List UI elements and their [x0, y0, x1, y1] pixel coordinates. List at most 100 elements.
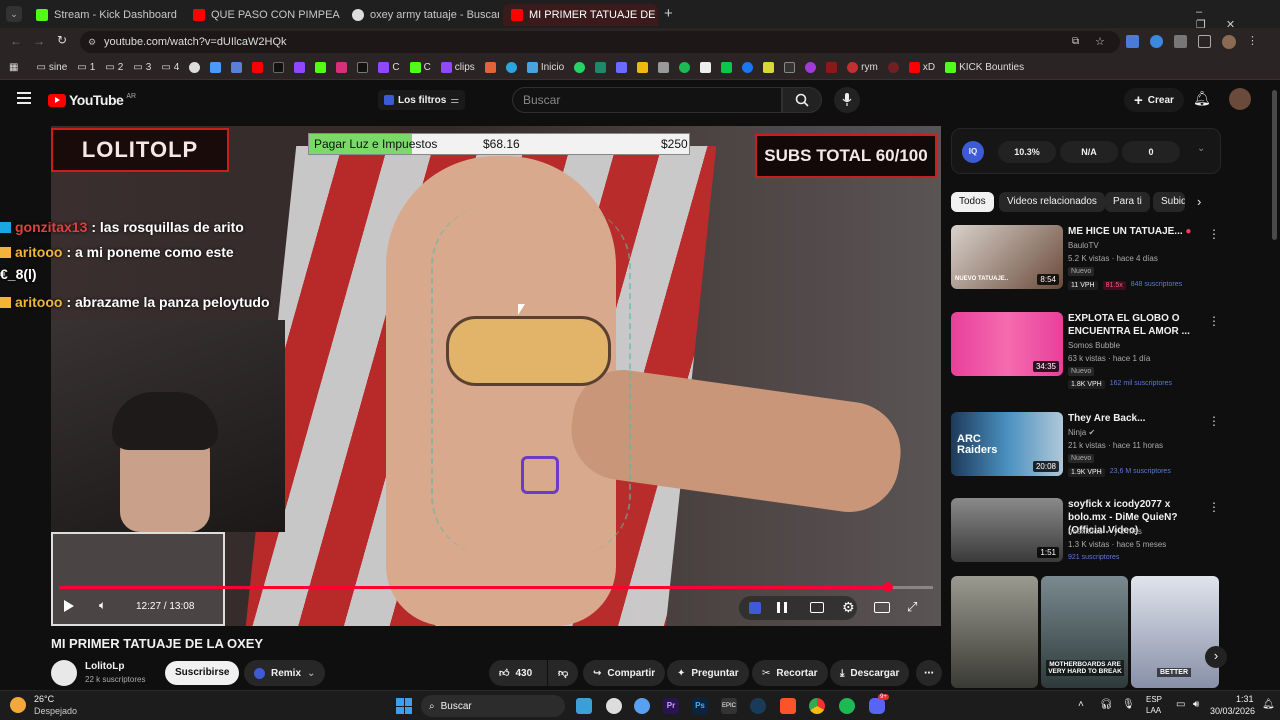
youtube-logo[interactable]: YouTube AR	[48, 92, 136, 108]
chevron-right-icon[interactable]: ›	[1197, 194, 1201, 209]
chrome-icon[interactable]	[809, 698, 825, 714]
bookmark-item[interactable]: C	[407, 62, 434, 73]
clock-date[interactable]: 30/03/2026	[1210, 706, 1255, 716]
minimize-icon[interactable]: –	[1196, 6, 1222, 18]
tab-search-button[interactable]: ⌄	[6, 6, 22, 22]
bookmark-item[interactable]	[270, 62, 287, 73]
address-bar[interactable]: ⚙ youtube.com/watch?v=dUIlcaW2HQk ⧉ ☆	[80, 31, 1120, 53]
kebab-menu-icon[interactable]: ⋮	[1208, 414, 1220, 428]
theater-mode-icon[interactable]	[874, 602, 890, 613]
bookmark-item[interactable]	[634, 62, 651, 73]
bookmark-item[interactable]: KICK Bounties	[942, 62, 1027, 73]
install-icon[interactable]: ⧉	[1072, 31, 1079, 53]
lang-layout[interactable]: LAA	[1146, 706, 1161, 715]
download-button[interactable]: ⤓ Descargar	[830, 660, 910, 686]
play-button[interactable]	[64, 600, 74, 612]
brave-icon[interactable]	[780, 698, 796, 714]
bookmark-item[interactable]	[885, 62, 902, 73]
bookmark-item[interactable]	[228, 62, 245, 73]
video-player[interactable]: LOLITOLP Pagar Luz e Impuestos $68.16 $2…	[51, 126, 941, 626]
related-video[interactable]: 34:35 EXPLOTA EL GLOBO O ENCUENTRA EL AM…	[951, 312, 1221, 389]
volume-icon[interactable]: 🔊︎	[1193, 699, 1199, 710]
bookmark-item[interactable]	[676, 62, 693, 73]
tray-chevron-icon[interactable]: ˄	[1078, 699, 1084, 710]
translate-icon[interactable]	[1126, 35, 1139, 48]
chip-related[interactable]: Videos relacionados	[999, 192, 1105, 212]
ask-button[interactable]: ✦ Preguntar	[667, 660, 749, 686]
fullscreen-icon[interactable]: ⤢	[907, 599, 917, 615]
file-explorer-icon[interactable]	[576, 698, 592, 714]
apps-icon[interactable]: ▦	[6, 62, 21, 73]
bookmark-item[interactable]	[739, 62, 756, 73]
kebab-menu-icon[interactable]: ⋮	[1208, 500, 1220, 514]
related-video[interactable]: NUEVO TATUAJE.. 8:54 ME HICE UN TATUAJE.…	[951, 225, 1221, 295]
bookmark-item[interactable]: xD	[906, 62, 938, 73]
kebab-menu-icon[interactable]: ⋮	[1247, 35, 1258, 49]
settings-icon[interactable]: ⚙	[842, 599, 855, 616]
bookmark-item[interactable]	[760, 62, 777, 73]
tab-youtube-active[interactable]: MI PRIMER TATUAJE DE LA OXE ✕	[503, 4, 658, 26]
bookmark-item[interactable]: C	[375, 62, 402, 73]
bookmark-item[interactable]	[718, 62, 735, 73]
share-button[interactable]: ↪ Compartir	[583, 660, 666, 686]
bookmark-item[interactable]	[697, 62, 714, 73]
voice-search-button[interactable]	[834, 87, 860, 113]
clock-time[interactable]: 1:31	[1236, 694, 1254, 704]
bookmark-item[interactable]	[249, 62, 266, 73]
kebab-menu-icon[interactable]: ⋮	[1208, 314, 1220, 328]
tabs-menu-icon[interactable]	[1198, 35, 1211, 48]
bookmark-item[interactable]	[592, 62, 609, 73]
notifications-icon[interactable]: 🔔︎	[1193, 90, 1211, 107]
start-button[interactable]	[396, 698, 412, 714]
bookmark-item[interactable]	[186, 62, 203, 73]
tab-google-search[interactable]: oxey army tatuaje - Buscar con ✕	[344, 4, 499, 26]
app-icon[interactable]	[634, 698, 650, 714]
subtitles-icon[interactable]	[810, 602, 824, 613]
search-button[interactable]	[782, 87, 822, 113]
seek-bar[interactable]	[59, 582, 933, 592]
spotify-icon[interactable]	[839, 698, 855, 714]
account-avatar[interactable]	[1229, 88, 1251, 110]
volume-icon[interactable]: 🔈︎	[99, 598, 106, 613]
site-info-icon[interactable]: ⚙	[88, 31, 96, 53]
hamburger-menu-icon[interactable]	[17, 92, 31, 104]
chevron-down-icon[interactable]: ⌄	[1197, 143, 1205, 154]
bookmark-item[interactable]	[482, 62, 499, 73]
back-icon[interactable]: ←	[10, 34, 22, 48]
search-input[interactable]: Buscar	[512, 87, 782, 113]
premiere-icon[interactable]: Pr	[663, 698, 679, 714]
obs-icon[interactable]	[606, 698, 622, 714]
tab-youtube-pimpeano[interactable]: QUE PASO CON PIMPEANO? - ✕	[185, 4, 340, 26]
headset-icon[interactable]: 🎧︎	[1100, 699, 1113, 710]
subscribe-button[interactable]: Suscribirse	[165, 661, 240, 685]
bookmark-item[interactable]	[291, 62, 308, 73]
filters-button[interactable]: Los filtros ⚌	[378, 90, 466, 110]
bookmark-item[interactable]: rym	[844, 62, 881, 73]
bookmark-item[interactable]	[207, 62, 224, 73]
more-actions-button[interactable]: ⋯	[916, 660, 942, 686]
new-tab-button[interactable]: +	[664, 5, 673, 22]
channel-avatar[interactable]	[51, 660, 77, 686]
chip-for-you[interactable]: Para ti	[1105, 192, 1150, 212]
chevron-right-icon[interactable]: ›	[1205, 646, 1227, 668]
steam-icon[interactable]	[750, 698, 766, 714]
bookmark-item[interactable]	[802, 62, 819, 73]
lang-code[interactable]: ESP	[1146, 695, 1162, 704]
dislike-button[interactable]: 👎︎	[548, 660, 578, 686]
profile-avatar[interactable]	[1222, 35, 1236, 49]
create-button[interactable]: + Crear	[1124, 88, 1184, 112]
bookmark-item[interactable]: Inicio	[524, 62, 567, 73]
seek-handle[interactable]	[882, 582, 893, 592]
microphone-icon[interactable]: 🎙︎	[1122, 699, 1135, 710]
bookmark-folder[interactable]: ▭ 3	[130, 62, 154, 73]
network-icon[interactable]: ▭	[1176, 699, 1185, 710]
forward-icon[interactable]: →	[33, 34, 45, 48]
bookmark-item[interactable]	[823, 62, 840, 73]
bookmark-item[interactable]: clips	[438, 62, 478, 73]
bookmark-star-icon[interactable]: ☆	[1095, 31, 1105, 53]
bookmark-folder[interactable]: ▭ 2	[102, 62, 126, 73]
clip-button[interactable]: ✂ Recortar	[752, 660, 828, 686]
bookmark-item[interactable]	[312, 62, 329, 73]
short-thumbnail[interactable]: BETTER	[1131, 576, 1219, 688]
bookmark-folder[interactable]: ▭ sine	[33, 62, 70, 73]
